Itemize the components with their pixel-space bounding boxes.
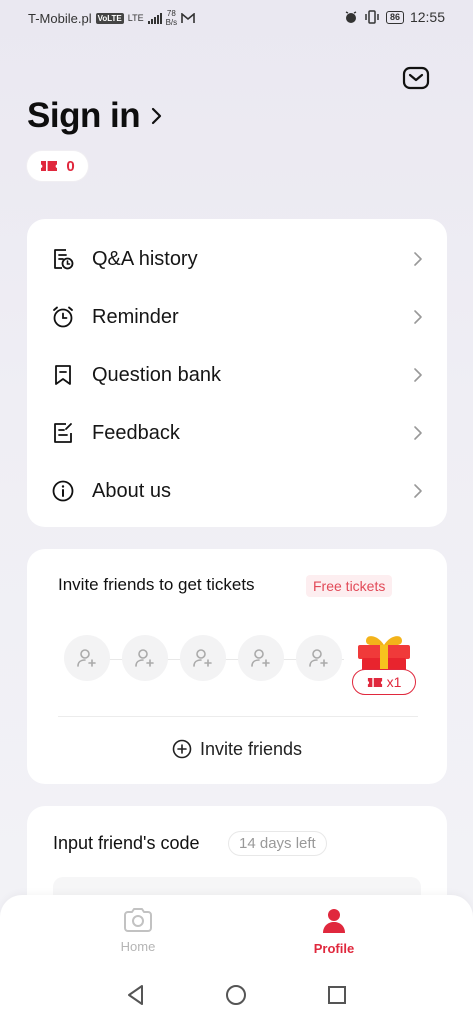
chevron-right-icon: [414, 426, 422, 440]
nav-profile-label: Profile: [313, 941, 355, 956]
ticket-balance[interactable]: 0: [27, 151, 88, 181]
recents-icon[interactable]: [325, 983, 349, 1007]
bookmark-icon: [55, 365, 71, 385]
ticket-icon: [41, 161, 58, 171]
status-bar: T-Mobile.pl VoLTE LTE 78 B/s 86 12:55: [0, 0, 473, 34]
friend-slot[interactable]: [180, 635, 226, 681]
add-user-icon: [251, 649, 270, 667]
chevron-right-icon: [152, 107, 162, 125]
signal-icon: [147, 12, 162, 24]
home-circle-icon[interactable]: [224, 983, 248, 1007]
bottom-nav: Home Profile: [0, 895, 473, 965]
menu-item-qa-history[interactable]: Q&A history: [27, 230, 447, 288]
friend-slot[interactable]: [64, 635, 110, 681]
invite-friends-button[interactable]: Invite friends: [27, 735, 447, 763]
clock: 12:55: [409, 9, 445, 25]
menu-item-about-us[interactable]: About us: [27, 462, 447, 520]
battery-icon: 86: [385, 10, 404, 24]
add-user-icon: [193, 649, 212, 667]
menu-label: Reminder: [92, 305, 179, 328]
profile-icon: [323, 909, 345, 933]
friend-code-title: Input friend's code: [53, 833, 200, 853]
ticket-count: 0: [66, 157, 75, 175]
system-navigation-bar: [0, 965, 473, 1024]
info-icon: [52, 480, 74, 502]
menu-item-feedback[interactable]: Feedback: [27, 404, 447, 462]
sign-in-title: Sign in: [27, 96, 141, 135]
alarm-clock-icon: [53, 306, 73, 328]
menu-label: About us: [92, 479, 171, 502]
chevron-right-icon: [414, 484, 422, 498]
volte-badge: VoLTE: [95, 12, 124, 24]
chevron-right-icon: [414, 252, 422, 266]
speed-unit: B/s: [165, 18, 178, 27]
chevron-right-icon: [414, 368, 422, 382]
reward-badge: x1: [352, 669, 416, 695]
menu-label: Question bank: [92, 363, 221, 386]
invite-card: Invite friends to get tickets Free ticke…: [27, 549, 447, 784]
messages-button[interactable]: [402, 66, 430, 90]
nav-home-label: Home: [120, 939, 156, 954]
friend-slot[interactable]: [296, 635, 342, 681]
history-icon: [54, 249, 74, 270]
network-type: LTE: [127, 12, 144, 23]
friend-slot[interactable]: [238, 635, 284, 681]
vibrate-icon: [365, 10, 379, 24]
mail-icon: [402, 66, 430, 90]
chevron-right-icon: [414, 310, 422, 324]
alarm-status-icon: [345, 11, 357, 23]
menu-item-reminder[interactable]: Reminder: [27, 288, 447, 346]
carrier-name: T-Mobile.pl: [28, 10, 92, 26]
gmail-icon: [181, 12, 195, 23]
ticket-icon: [367, 677, 382, 687]
menu-card: Q&A history Reminder Question bank Feedb…: [27, 219, 447, 527]
invite-friends-label: Invite friends: [199, 738, 303, 759]
menu-item-question-bank[interactable]: Question bank: [27, 346, 447, 404]
add-user-icon: [77, 649, 96, 667]
sign-in-link[interactable]: Sign in: [27, 96, 162, 136]
friend-slots: [64, 635, 364, 683]
edit-note-icon: [54, 423, 72, 443]
menu-label: Q&A history: [92, 247, 198, 270]
network-speed: 78 B/s: [166, 9, 178, 27]
add-user-icon: [309, 649, 328, 667]
back-icon[interactable]: [124, 983, 148, 1007]
free-tickets-badge: Free tickets: [306, 575, 393, 597]
nav-home[interactable]: Home: [93, 907, 183, 963]
friend-slot[interactable]: [122, 635, 168, 681]
invite-title: Invite friends to get tickets: [58, 575, 255, 594]
reward-count: x1: [386, 674, 402, 690]
plus-circle-icon: [172, 739, 192, 759]
nav-profile[interactable]: Profile: [289, 907, 379, 963]
menu-label: Feedback: [92, 421, 180, 444]
camera-icon: [124, 908, 152, 932]
add-user-icon: [135, 649, 154, 667]
speed-value: 78: [166, 9, 176, 18]
divider: [58, 716, 418, 717]
days-left-badge: 14 days left: [228, 831, 327, 856]
